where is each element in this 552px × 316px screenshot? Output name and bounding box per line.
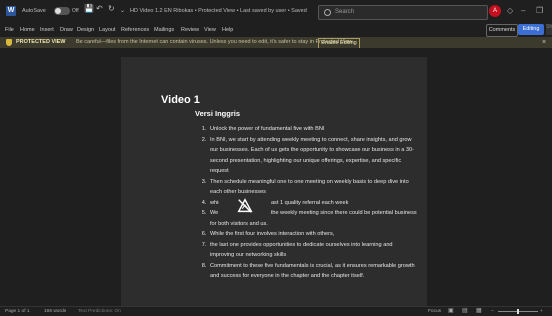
protected-view-title: PROTECTED VIEW [16, 39, 66, 45]
save-icon[interactable]: 💾 [84, 3, 94, 15]
diamond-icon[interactable]: ◇ [507, 5, 513, 17]
shield-icon [6, 39, 12, 46]
protected-view-message: Be careful—files from the Internet can c… [76, 39, 354, 45]
tab-review[interactable]: Review [181, 25, 199, 35]
avatar[interactable]: A [489, 5, 501, 17]
document-page[interactable]: Video 1 Versi Inggris Unlock the power o… [121, 57, 427, 306]
editing-button[interactable]: Editing [518, 24, 544, 35]
tab-home[interactable]: Home [20, 25, 35, 35]
share-button[interactable]: Share [546, 24, 552, 35]
title-bar: W AutoSave Off 💾 ↶ ↻ ⌄ HD Video 1.2 EN R… [0, 0, 552, 23]
undo-icon[interactable]: ↶ [96, 3, 103, 15]
zoom-slider-handle[interactable] [517, 309, 519, 314]
restore-icon[interactable]: ❐ [536, 5, 543, 17]
redo-icon[interactable]: ↻ [108, 3, 115, 15]
tab-references[interactable]: References [121, 25, 149, 35]
search-input[interactable]: Search [335, 7, 354, 18]
autosave-label: AutoSave [22, 8, 46, 14]
minimize-icon[interactable]: – [521, 5, 525, 17]
tab-file[interactable]: File [5, 25, 14, 35]
list-item: While the first four involves interactio… [208, 229, 418, 240]
comments-button[interactable]: Comments [486, 24, 518, 37]
close-icon[interactable]: × [542, 37, 546, 48]
tab-layout[interactable]: Layout [99, 25, 116, 35]
list-item: Commitment to these five fundamentals is… [208, 261, 418, 282]
tab-design[interactable]: Design [77, 25, 94, 35]
tab-mailings[interactable]: Mailings [154, 25, 174, 35]
tab-view[interactable]: View [204, 25, 216, 35]
tab-help[interactable]: Help [222, 25, 233, 35]
tab-draw[interactable]: Draw [60, 25, 73, 35]
tab-insert[interactable]: Insert [40, 25, 54, 35]
search-box[interactable]: Search [318, 5, 488, 20]
list-item: the last one provides opportunities to d… [208, 240, 418, 261]
ribbon-tabs: File Home Insert Draw Design Layout Refe… [0, 23, 552, 37]
word-logo-icon: W [6, 6, 16, 16]
document-heading: Video 1 [161, 94, 200, 106]
list-item: In BNI, we start by attending weekly mee… [208, 135, 418, 177]
autosave-state: Off [72, 8, 79, 14]
list-item: Unlock the power of fundamental five wit… [208, 124, 418, 135]
search-icon [324, 9, 331, 16]
protected-view-bar: PROTECTED VIEW Be careful—files from the… [0, 37, 552, 49]
document-title[interactable]: HD Video 1.2 EN Ribokas • Protected View… [130, 5, 310, 17]
no-image-icon [237, 198, 253, 213]
customize-toolbar-icon[interactable]: ⌄ [120, 5, 125, 17]
document-subheading: Versi Inggris [195, 109, 241, 118]
autosave-toggle[interactable] [54, 7, 70, 15]
document-workspace[interactable]: Video 1 Versi Inggris Unlock the power o… [0, 48, 552, 306]
